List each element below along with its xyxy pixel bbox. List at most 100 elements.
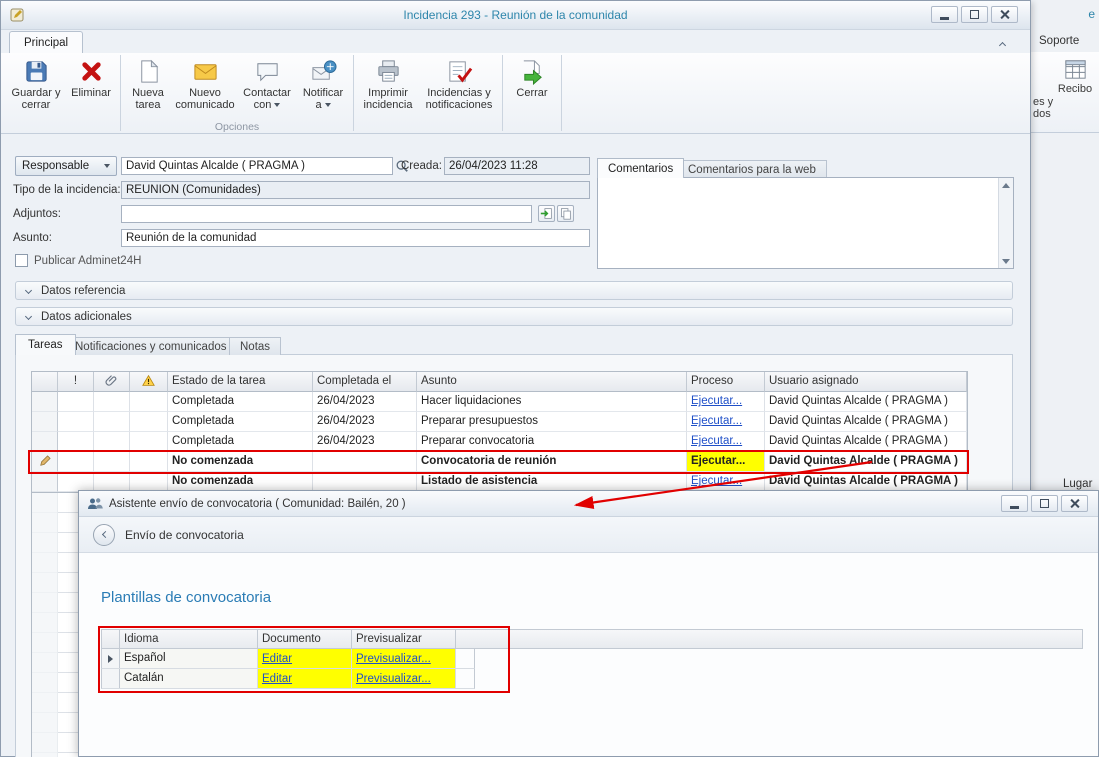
col-warning-header[interactable] <box>130 372 168 392</box>
col-attachment-header[interactable] <box>94 372 130 392</box>
editar-link[interactable]: Editar <box>262 673 292 685</box>
ejecutar-link[interactable]: Ejecutar... <box>691 395 742 407</box>
imprimir-incidencia-button[interactable]: Imprimir incidencia <box>357 55 419 121</box>
usuario-cell: David Quintas Alcalde ( PRAGMA ) <box>765 452 967 472</box>
tab-notificaciones-y-comunicados[interactable]: Notificaciones y comunicados <box>64 337 238 355</box>
row-indicator[interactable] <box>102 669 120 688</box>
ejecutar-link[interactable]: Ejecutar... <box>691 475 742 487</box>
notificar-a-button[interactable]: Notificar a <box>296 55 350 121</box>
partial-button-label: es y dos <box>1033 96 1053 120</box>
tab-comentarios[interactable]: Comentarios <box>597 158 684 178</box>
dialog-minimize-button[interactable] <box>1001 495 1028 512</box>
notify-envelope-icon <box>310 58 337 85</box>
col-usuario-header[interactable]: Usuario asignado <box>765 372 967 392</box>
task-row[interactable]: Completada 26/04/2023 Hacer liquidacione… <box>32 392 967 412</box>
window-controls <box>931 6 1018 23</box>
banner-title: Envío de convocatoria <box>125 528 244 542</box>
section-datos-referencia[interactable]: Datos referencia <box>15 281 1013 300</box>
tipo-incidencia-field[interactable] <box>121 181 590 199</box>
usuario-cell: David Quintas Alcalde ( PRAGMA ) <box>765 392 967 412</box>
empty-grid-rows <box>31 493 79 757</box>
close-button[interactable] <box>991 6 1018 23</box>
previsualizar-link[interactable]: Previsualizar... <box>356 653 431 665</box>
tab-notas[interactable]: Notas <box>229 337 281 355</box>
back-button[interactable] <box>93 524 115 546</box>
button-label: Guardar y cerrar <box>11 87 61 111</box>
task-row[interactable]: Completada 26/04/2023 Preparar presupues… <box>32 412 967 432</box>
incidencias-y-notificaciones-button[interactable]: Incidencias y notificaciones <box>419 55 499 121</box>
row-indicator[interactable] <box>32 432 58 452</box>
row-selector-arrow-icon <box>108 655 113 663</box>
task-row[interactable]: No comenzada Listado de asistencia Ejecu… <box>32 472 967 492</box>
contactar-con-button[interactable]: Contactar con <box>238 55 296 121</box>
plantilla-row[interactable]: Catalán Editar Previsualizar... <box>101 669 475 689</box>
warning-icon <box>142 374 155 387</box>
guardar-y-cerrar-button[interactable]: Guardar y cerrar <box>7 55 65 121</box>
tab-tareas[interactable]: Tareas <box>15 334 76 355</box>
col-asunto-header[interactable]: Asunto <box>417 372 687 392</box>
proceso-cell: Ejecutar... <box>687 472 765 492</box>
task-row[interactable]: Completada 26/04/2023 Preparar convocato… <box>32 432 967 452</box>
row-indicator-header[interactable] <box>32 372 58 392</box>
minimize-button[interactable] <box>931 6 958 23</box>
proceso-cell: Ejecutar... <box>687 412 765 432</box>
section-label: Datos referencia <box>41 285 125 297</box>
publicar-adminet-label: Publicar Adminet24H <box>34 255 141 267</box>
collapse-ribbon-button[interactable] <box>994 36 1010 50</box>
maximize-button[interactable] <box>961 6 988 23</box>
tab-principal[interactable]: Principal <box>9 31 83 53</box>
asunto-cell: Convocatoria de reunión <box>417 452 687 472</box>
asunto-cell: Listado de asistencia <box>417 472 687 492</box>
section-datos-adicionales[interactable]: Datos adicionales <box>15 307 1013 326</box>
button-label: Incidencias y notificaciones <box>423 87 495 111</box>
creada-field[interactable] <box>444 157 590 175</box>
col-estado-header[interactable]: Estado de la tarea <box>168 372 313 392</box>
dialog-maximize-button[interactable] <box>1031 495 1058 512</box>
adjuntos-field[interactable] <box>121 205 532 223</box>
scroll-up-button[interactable] <box>1000 178 1013 192</box>
tasks-grid-header: ! Estado de la tarea Completada el Asunt… <box>32 372 967 392</box>
publicar-adminet-checkbox[interactable] <box>15 254 28 267</box>
responsable-dropdown-button[interactable]: Responsable <box>15 156 117 176</box>
ejecutar-link[interactable]: Ejecutar... <box>691 415 742 427</box>
col-documento-header[interactable]: Documento <box>258 630 352 648</box>
row-indicator[interactable] <box>32 412 58 432</box>
dialog-close-button[interactable] <box>1061 495 1088 512</box>
asunto-label: Asunto: <box>13 232 52 244</box>
task-row-selected[interactable]: No comenzada Convocatoria de reunión Eje… <box>32 452 967 472</box>
responsable-field[interactable] <box>121 157 393 175</box>
row-indicator-header[interactable] <box>102 630 120 648</box>
plantilla-row-selected[interactable]: Español Editar Previsualizar... <box>101 649 475 669</box>
nuevo-comunicado-button[interactable]: Nuevo comunicado <box>172 55 238 121</box>
editar-link[interactable]: Editar <box>262 653 292 665</box>
col-idioma-header[interactable]: Idioma <box>120 630 258 648</box>
warning-cell <box>130 432 168 452</box>
eliminar-button[interactable]: Eliminar <box>65 55 117 121</box>
row-indicator[interactable] <box>32 392 58 412</box>
row-indicator[interactable] <box>32 472 58 492</box>
ejecutar-link[interactable]: Ejecutar... <box>691 435 742 447</box>
col-proceso-header[interactable]: Proceso <box>687 372 765 392</box>
row-indicator-editing[interactable] <box>32 452 58 472</box>
ejecutar-link[interactable]: Ejecutar... <box>691 455 745 467</box>
scroll-down-button[interactable] <box>1000 254 1013 268</box>
cerrar-button[interactable]: Cerrar <box>506 55 558 121</box>
copy-attachment-button[interactable] <box>557 205 574 222</box>
asunto-field[interactable] <box>121 229 590 247</box>
col-previsualizar-header[interactable]: Previsualizar <box>352 630 456 648</box>
tab-comentarios-web[interactable]: Comentarios para la web <box>677 160 827 178</box>
recibo-button[interactable]: Recibo <box>1053 54 1097 128</box>
button-label: Nuevo comunicado <box>175 87 234 111</box>
comments-textarea[interactable] <box>600 180 995 266</box>
col-priority-header[interactable]: ! <box>58 372 94 392</box>
row-indicator[interactable] <box>102 649 120 668</box>
nueva-tarea-button[interactable]: Nueva tarea <box>124 55 172 121</box>
estado-cell: Completada <box>168 392 313 412</box>
comments-scrollbar[interactable] <box>998 178 1013 268</box>
ribbon-group-label: Opciones <box>124 121 350 133</box>
section-label: Datos adicionales <box>41 311 132 323</box>
add-attachment-button[interactable] <box>538 205 555 222</box>
tab-soporte[interactable]: Soporte <box>1039 35 1079 47</box>
previsualizar-link[interactable]: Previsualizar... <box>356 673 431 685</box>
col-completada-header[interactable]: Completada el <box>313 372 417 392</box>
